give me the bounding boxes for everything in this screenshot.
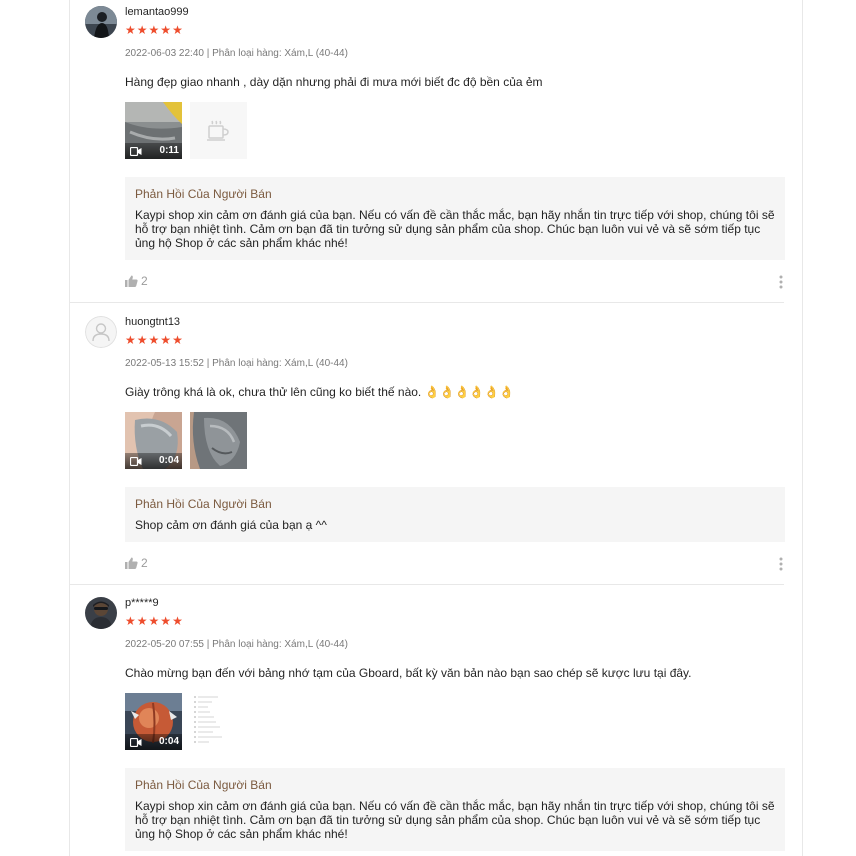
star-icon: ★ xyxy=(125,23,136,37)
star-icon: ★ xyxy=(148,333,160,347)
rating-stars: ★ ★ ★ ★ ★ xyxy=(125,24,785,36)
seller-reply-text: Shop cảm ơn đánh giá của bạn ạ ^^ xyxy=(135,518,327,532)
star-icon: ★ xyxy=(160,333,172,347)
more-vertical-icon[interactable] xyxy=(779,556,783,572)
page-border-right xyxy=(802,0,803,856)
seller-reply-text: Kaypi shop xin cảm ơn đánh giá của bạn. … xyxy=(135,208,775,250)
seller-reply: Phản Hồi Của Người Bán Kaypi shop xin cả… xyxy=(125,768,785,851)
star-icon: ★ xyxy=(125,333,136,347)
star-icon: ★ xyxy=(160,23,172,37)
image-thumbnail[interactable] xyxy=(190,102,247,159)
star-icon: ★ xyxy=(136,614,148,628)
review-meta: 2022-05-13 15:52 | Phân loại hàng: Xám,L… xyxy=(125,358,348,369)
seller-reply-text: Kaypi shop xin cảm ơn đánh giá của bạn. … xyxy=(135,799,775,841)
star-icon: ★ xyxy=(172,333,183,347)
video-camera-icon xyxy=(130,147,142,156)
video-duration: 0:04 xyxy=(158,736,179,747)
review-divider xyxy=(70,302,784,303)
review-media: 0:04 xyxy=(125,693,785,750)
review-comment: Giày trông khá là ok, chưa thử lên cũng … xyxy=(125,385,515,399)
more-vertical-icon[interactable] xyxy=(779,274,783,290)
review-media: 0:11 xyxy=(125,102,785,159)
star-icon: ★ xyxy=(160,614,172,628)
avatar[interactable] xyxy=(85,316,117,348)
review-meta: 2022-06-03 22:40 | Phân loại hàng: Xám,L… xyxy=(125,48,348,59)
image-thumbnail[interactable] xyxy=(190,412,247,469)
avatar[interactable] xyxy=(85,597,117,629)
seller-reply-title: Phản Hồi Của Người Bán xyxy=(135,497,272,511)
avatar[interactable] xyxy=(85,6,117,38)
like-count: 2 xyxy=(141,556,148,570)
star-icon: ★ xyxy=(148,614,160,628)
star-icon: ★ xyxy=(172,614,183,628)
review-actions: 2 xyxy=(125,556,785,572)
page-border-left xyxy=(69,0,70,856)
review-username[interactable]: huongtnt13 xyxy=(125,316,785,328)
star-icon: ★ xyxy=(148,23,160,37)
seller-reply: Phản Hồi Của Người Bán Kaypi shop xin cả… xyxy=(125,177,785,260)
video-camera-icon xyxy=(130,738,142,747)
review-username[interactable]: p*****9 xyxy=(125,597,785,609)
star-icon: ★ xyxy=(136,23,148,37)
video-duration: 0:04 xyxy=(158,455,179,466)
star-icon: ★ xyxy=(136,333,148,347)
rating-stars: ★ ★ ★ ★ ★ xyxy=(125,615,785,627)
video-duration: 0:11 xyxy=(159,145,179,156)
star-icon: ★ xyxy=(172,23,183,37)
review-meta: 2022-05-20 07:55 | Phân loại hàng: Xám,L… xyxy=(125,639,348,650)
review-comment: Chào mừng bạn đến với bảng nhớ tạm của G… xyxy=(125,666,692,680)
review-username[interactable]: lemantao999 xyxy=(125,6,785,18)
rating-stars: ★ ★ ★ ★ ★ xyxy=(125,334,785,346)
review-divider xyxy=(70,584,784,585)
review-media: 0:04 xyxy=(125,412,785,469)
video-thumbnail[interactable]: 0:04 xyxy=(125,693,182,750)
seller-reply: Phản Hồi Của Người Bán Shop cảm ơn đánh … xyxy=(125,487,785,542)
seller-reply-title: Phản Hồi Của Người Bán xyxy=(135,187,272,201)
thumbs-up-icon xyxy=(125,275,138,287)
like-button[interactable]: 2 xyxy=(125,556,148,570)
thumbs-up-icon xyxy=(125,557,138,569)
video-thumbnail[interactable]: 0:11 xyxy=(125,102,182,159)
video-camera-icon xyxy=(130,457,142,466)
review-comment: Hàng đẹp giao nhanh , dày dặn nhưng phải… xyxy=(125,75,543,89)
image-placeholder-icon xyxy=(190,102,247,159)
review-actions: 2 xyxy=(125,274,785,290)
video-thumbnail[interactable]: 0:04 xyxy=(125,412,182,469)
image-thumbnail[interactable] xyxy=(190,693,247,750)
seller-reply-title: Phản Hồi Của Người Bán xyxy=(135,778,272,792)
like-count: 2 xyxy=(141,274,148,288)
like-button[interactable]: 2 xyxy=(125,274,148,288)
star-icon: ★ xyxy=(125,614,136,628)
